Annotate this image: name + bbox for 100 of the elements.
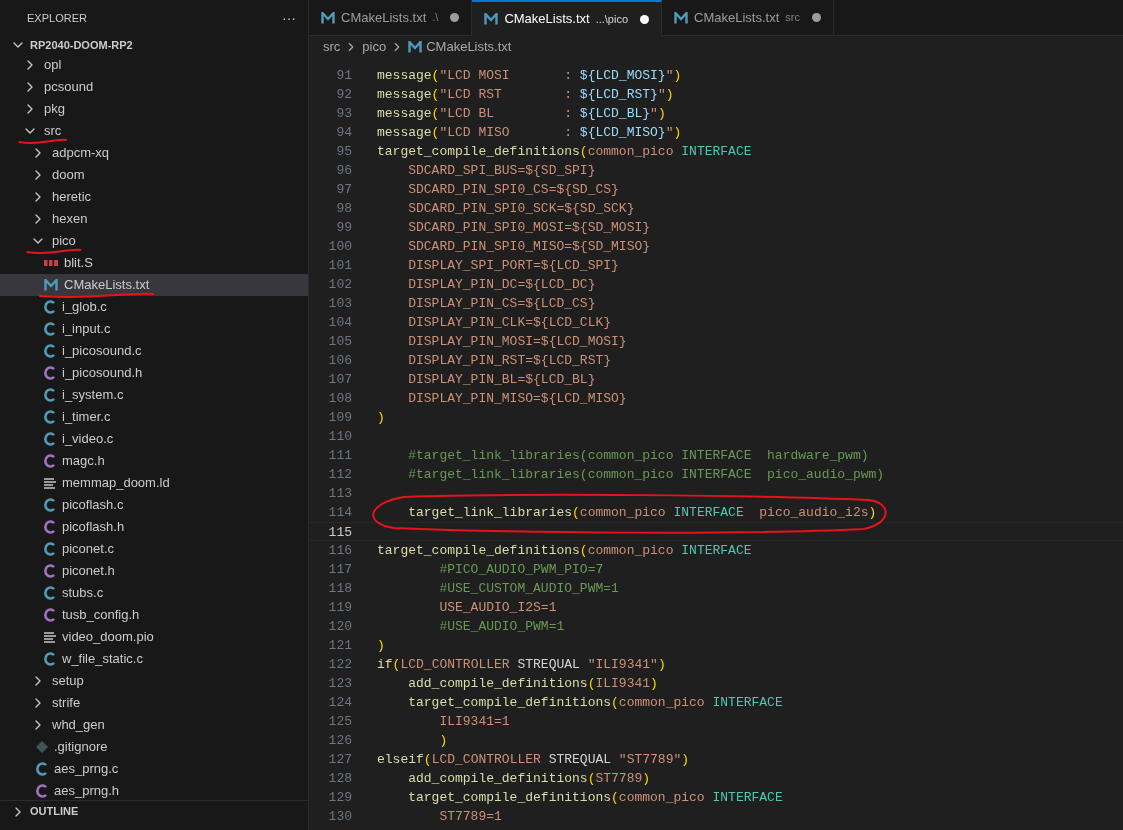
text-lines-icon [44, 477, 56, 489]
folder-item[interactable]: strife [0, 692, 308, 714]
folder-item[interactable]: pico [0, 230, 308, 252]
code-line: target_compile_definitions(common_pico INTERFACE [407, 790, 783, 805]
item-label: magc.h [62, 452, 105, 471]
editor-tab[interactable]: CMakeLists.txt ...\pico [472, 0, 663, 36]
file-item[interactable]: .gitignore [0, 736, 308, 758]
item-label: stubs.c [62, 584, 104, 603]
line-number: 102 [327, 276, 352, 294]
code-line: ) [377, 638, 385, 653]
item-label: whd_gen [52, 716, 105, 735]
breadcrumb-item[interactable]: pico [362, 37, 387, 57]
folder-item[interactable]: pkg [0, 98, 308, 120]
tab-label: CMakeLists.txt [341, 8, 427, 27]
item-label: i_system.c [62, 386, 124, 405]
item-label: i_timer.c [62, 408, 111, 427]
breadcrumb-item[interactable]: CMakeLists.txt [408, 37, 512, 57]
file-item[interactable]: picoflash.h [0, 516, 308, 538]
m-file-icon [484, 13, 499, 25]
header-file-icon [44, 564, 56, 578]
code-line: DISPLAY_PIN_BL=${LCD_BL} [407, 372, 596, 387]
item-label: aes_prng.c [54, 760, 119, 779]
file-item[interactable]: i_video.c [0, 428, 308, 450]
code-line: #target_link_libraries(common_pico INTERFACE hardware_pwm) [407, 448, 869, 463]
code-line: DISPLAY_PIN_CLK=${LCD_CLK} [407, 315, 612, 330]
header-file-icon [44, 520, 56, 534]
item-label: w_file_static.c [62, 650, 143, 669]
folder-item[interactable]: pcsound [0, 76, 308, 98]
item-label: i_picosound.h [62, 364, 143, 383]
folder-item[interactable]: setup [0, 670, 308, 692]
item-label: src [44, 121, 62, 141]
folder-item[interactable]: whd_gen [0, 714, 308, 736]
line-number: 103 [327, 295, 352, 313]
editor-tab[interactable]: CMakeLists.txt .\ [309, 0, 473, 36]
file-item[interactable]: picoflash.c [0, 494, 308, 516]
c-file-icon [44, 652, 56, 666]
folder-item[interactable]: src [0, 120, 308, 142]
line-number: 116 [327, 542, 352, 560]
editor-tab[interactable]: CMakeLists.txt src [662, 0, 834, 36]
code-line: #USE_AUDIO_PWM=1 [438, 619, 565, 634]
folder-header[interactable]: RP2040-DOOM-RP2 [0, 36, 308, 54]
folder-item[interactable]: opl [0, 54, 308, 76]
line-number: 127 [327, 751, 352, 769]
file-item[interactable]: magc.h [0, 450, 308, 472]
code-line: target_link_libraries(common_pico INTERFACE pico_audio_i2s) [407, 505, 877, 520]
file-item[interactable]: piconet.c [0, 538, 308, 560]
code-line: target_compile_definitions(common_pico INTERFACE [377, 543, 752, 558]
item-label: CMakeLists.txt [64, 275, 150, 295]
file-item[interactable]: blit.S [0, 252, 308, 274]
line-number: 107 [327, 371, 352, 389]
file-item[interactable]: i_picosound.h [0, 362, 308, 384]
m-file-icon [321, 11, 335, 24]
file-item[interactable]: aes_prng.h [0, 780, 308, 800]
code-line: message("LCD MISO : ${LCD_MISO}") [377, 125, 682, 140]
file-item[interactable]: i_system.c [0, 384, 308, 406]
file-item[interactable]: i_timer.c [0, 406, 308, 428]
folder-item[interactable]: hexen [0, 208, 308, 230]
file-item[interactable]: piconet.h [0, 560, 308, 582]
item-label: piconet.c [62, 540, 115, 559]
line-number: 109 [327, 409, 352, 427]
code-line: SDCARD_PIN_SPI0_MISO=${SD_MISO} [407, 239, 651, 254]
c-file-icon [44, 586, 56, 600]
file-item[interactable]: i_input.c [0, 318, 308, 340]
item-label: i_input.c [62, 320, 111, 339]
file-item[interactable]: i_picosound.c [0, 340, 308, 362]
section-title: OUTLINE [30, 804, 79, 820]
file-item[interactable]: CMakeLists.txt [0, 274, 308, 296]
folder-item[interactable]: doom [0, 164, 308, 186]
more-actions-button[interactable]: ··· [282, 11, 296, 25]
breadcrumb-item[interactable]: src [323, 37, 341, 57]
code-line: elseif(LCD_CONTROLLER STREQUAL "ST7789") [377, 752, 690, 767]
file-item[interactable]: video_doom.pio [0, 626, 308, 648]
file-item[interactable]: tusb_config.h [0, 604, 308, 626]
line-number: 124 [327, 694, 352, 712]
header-file-icon [44, 608, 56, 622]
code-line: message("LCD MOSI : ${LCD_MOSI}") [377, 68, 682, 83]
item-label: i_video.c [62, 430, 114, 449]
item-label: i_glob.c [62, 298, 107, 317]
folder-item[interactable]: adpcm-xq [0, 142, 308, 164]
code-line: DISPLAY_PIN_CS=${LCD_CS} [407, 296, 596, 311]
text-lines-icon [44, 631, 56, 643]
file-item[interactable]: aes_prng.c [0, 758, 308, 780]
line-number: 108 [327, 390, 352, 408]
file-item[interactable]: stubs.c [0, 582, 308, 604]
line-number: 113 [327, 485, 352, 503]
m-file-icon [674, 11, 689, 24]
code-line: SDCARD_PIN_SPI0_CS=${SD_CS} [407, 182, 619, 197]
file-item[interactable]: i_glob.c [0, 296, 308, 318]
code-line: DISPLAY_PIN_MOSI=${LCD_MOSI} [407, 334, 627, 349]
file-item[interactable]: w_file_static.c [0, 648, 308, 670]
folder-item[interactable]: heretic [0, 186, 308, 208]
header-file-icon [44, 454, 56, 468]
c-file-icon [44, 300, 56, 314]
diamond-icon [36, 741, 48, 753]
file-item[interactable]: memmap_doom.ld [0, 472, 308, 494]
item-label: video_doom.pio [62, 628, 154, 647]
section-header[interactable]: OUTLINE [0, 800, 308, 822]
code-line: if(LCD_CONTROLLER STREQUAL "ILI9341") [377, 657, 666, 672]
line-number: 94 [335, 124, 352, 142]
c-file-icon [44, 432, 56, 446]
